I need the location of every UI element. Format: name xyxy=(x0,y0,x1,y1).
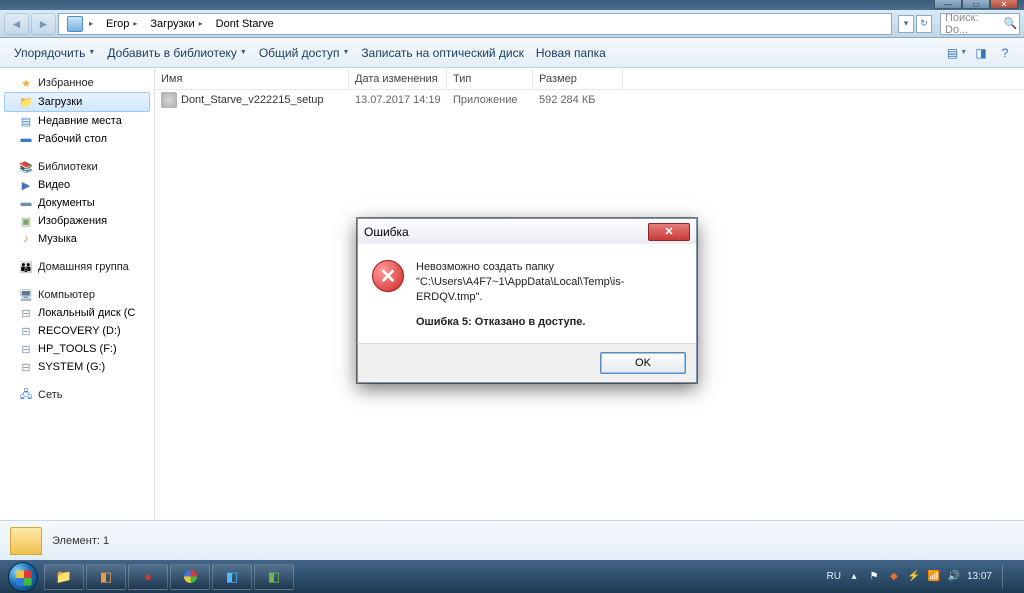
dialog-title-text: Ошибка xyxy=(364,225,409,239)
sidebar-item-video[interactable]: ▶Видео xyxy=(4,176,150,194)
tray-show-hidden-icon[interactable]: ▴ xyxy=(847,571,861,582)
star-icon: ★ xyxy=(18,76,34,90)
drive-icon: ⊟ xyxy=(18,306,34,320)
computer-header[interactable]: ▾🖥Компьютер xyxy=(4,286,150,304)
tray-volume-icon[interactable]: 🔊 xyxy=(947,571,961,582)
sidebar-item-desktop[interactable]: ▬Рабочий стол xyxy=(4,130,150,148)
tray-power-icon[interactable]: ⚡ xyxy=(907,571,921,582)
libraries-icon: 📚 xyxy=(18,160,34,174)
sidebar-item-music[interactable]: ♪Музыка xyxy=(4,230,150,248)
pictures-icon: ▣ xyxy=(18,214,34,228)
computer-icon xyxy=(67,16,83,32)
task-app-3[interactable] xyxy=(170,564,210,590)
add-library-menu[interactable]: Добавить в библиотеку▼ xyxy=(101,38,252,67)
drive-icon: ⊟ xyxy=(18,360,34,374)
tray-action-center-icon[interactable]: ⚑ xyxy=(867,571,881,582)
file-row[interactable]: Dont_Starve_v222215_setup 13.07.2017 14:… xyxy=(155,90,1024,110)
sidebar-item-hptools[interactable]: ⊟HP_TOOLS (F:) xyxy=(4,340,150,358)
sidebar-item-system[interactable]: ⊟SYSTEM (G:) xyxy=(4,358,150,376)
video-icon: ▶ xyxy=(18,178,34,192)
network-header[interactable]: ▾🖧Сеть xyxy=(4,386,150,404)
music-icon: ♪ xyxy=(18,232,34,246)
crumb-folder[interactable]: Dont Starve xyxy=(210,14,281,34)
task-app-2[interactable]: ● xyxy=(128,564,168,590)
nav-back-button[interactable]: ◄ xyxy=(4,13,29,35)
document-icon: ▬ xyxy=(18,196,34,210)
dialog-close-button[interactable]: ✕ xyxy=(648,223,690,241)
error-icon: ✕ xyxy=(372,260,404,292)
burn-button[interactable]: Записать на оптический диск xyxy=(355,38,530,67)
column-size[interactable]: Размер xyxy=(533,68,623,89)
ok-button[interactable]: OK xyxy=(600,352,686,374)
new-folder-button[interactable]: Новая папка xyxy=(530,38,612,67)
homegroup-icon: 👪 xyxy=(18,260,34,274)
search-icon: 🔍 xyxy=(1002,17,1019,30)
sidebar-item-downloads[interactable]: 📁Загрузки xyxy=(4,92,150,112)
taskbar: 📁 ◧ ● ◧ ◧ RU ▴ ⚑ ◆ ⚡ 📶 🔊 13:07 xyxy=(0,560,1024,593)
crumb-user[interactable]: Егор▸ xyxy=(100,14,144,34)
show-desktop-button[interactable] xyxy=(1002,565,1012,589)
homegroup-header[interactable]: ▾👪Домашняя группа xyxy=(4,258,150,276)
nav-forward-button[interactable]: ► xyxy=(31,13,56,35)
help-button[interactable]: ? xyxy=(994,42,1016,64)
drive-icon: ⊟ xyxy=(18,324,34,338)
refresh-button[interactable]: ↻ xyxy=(916,15,932,33)
drive-icon: ⊟ xyxy=(18,342,34,356)
folder-large-icon xyxy=(10,527,42,555)
status-bar: Элемент: 1 xyxy=(0,520,1024,560)
address-bar: ◄ ► ▸ Егор▸ Загрузки▸ Dont Starve ▾ ↻ По… xyxy=(0,10,1024,38)
close-button[interactable]: ✕ xyxy=(990,0,1018,9)
crumb-downloads[interactable]: Загрузки▸ xyxy=(144,14,209,34)
tray-app-icon[interactable]: ◆ xyxy=(887,571,901,582)
column-name[interactable]: Имя xyxy=(155,68,349,89)
desktop-icon: ▬ xyxy=(18,132,34,146)
sidebar-item-recovery[interactable]: ⊟RECOVERY (D:) xyxy=(4,322,150,340)
error-dialog: Ошибка ✕ ✕ Невозможно создать папку "C:\… xyxy=(357,218,697,383)
app-icon xyxy=(161,92,177,108)
column-type[interactable]: Тип xyxy=(447,68,533,89)
folder-icon: 📁 xyxy=(18,95,34,109)
dialog-message: Невозможно создать папку "C:\Users\A4F7~… xyxy=(416,260,682,329)
sidebar-item-pictures[interactable]: ▣Изображения xyxy=(4,212,150,230)
start-button[interactable] xyxy=(4,560,42,593)
task-explorer[interactable]: 📁 xyxy=(44,564,84,590)
task-app-1[interactable]: ◧ xyxy=(86,564,126,590)
organize-menu[interactable]: Упорядочить▼ xyxy=(8,38,101,67)
column-date[interactable]: Дата изменения xyxy=(349,68,447,89)
sidebar-item-documents[interactable]: ▬Документы xyxy=(4,194,150,212)
toolbar: Упорядочить▼ Добавить в библиотеку▼ Общи… xyxy=(0,38,1024,68)
window-titlebar: — ▭ ✕ xyxy=(0,0,1024,10)
system-tray: RU ▴ ⚑ ◆ ⚡ 📶 🔊 13:07 xyxy=(827,565,1020,589)
computer-icon: 🖥 xyxy=(18,288,34,302)
search-placeholder: Поиск: Do... xyxy=(945,13,1002,35)
recent-icon: ▤ xyxy=(18,114,34,128)
history-down-button[interactable]: ▾ xyxy=(898,15,914,33)
tray-network-icon[interactable]: 📶 xyxy=(927,571,941,582)
favorites-header[interactable]: ▾★Избранное xyxy=(4,74,150,92)
navigation-pane: ▾★Избранное 📁Загрузки ▤Недавние места ▬Р… xyxy=(0,68,154,520)
status-text: Элемент: 1 xyxy=(52,535,109,547)
dialog-titlebar[interactable]: Ошибка ✕ xyxy=(357,218,697,244)
tray-clock[interactable]: 13:07 xyxy=(967,571,992,582)
search-input[interactable]: Поиск: Do... 🔍 xyxy=(940,13,1020,35)
sidebar-item-recent[interactable]: ▤Недавние места xyxy=(4,112,150,130)
breadcrumb[interactable]: ▸ Егор▸ Загрузки▸ Dont Starve xyxy=(58,13,892,35)
sidebar-item-local-disk[interactable]: ⊟Локальный диск (C xyxy=(4,304,150,322)
minimize-button[interactable]: — xyxy=(934,0,962,9)
tray-lang[interactable]: RU xyxy=(827,571,841,582)
libraries-header[interactable]: ▾📚Библиотеки xyxy=(4,158,150,176)
network-icon: 🖧 xyxy=(18,388,34,402)
share-menu[interactable]: Общий доступ▼ xyxy=(253,38,356,67)
column-header-row: Имя Дата изменения Тип Размер xyxy=(155,68,1024,90)
task-app-4[interactable]: ◧ xyxy=(212,564,252,590)
view-options-button[interactable]: ▤▼ xyxy=(946,42,968,64)
maximize-button[interactable]: ▭ xyxy=(962,0,990,9)
preview-pane-button[interactable]: ◨ xyxy=(970,42,992,64)
task-app-5[interactable]: ◧ xyxy=(254,564,294,590)
